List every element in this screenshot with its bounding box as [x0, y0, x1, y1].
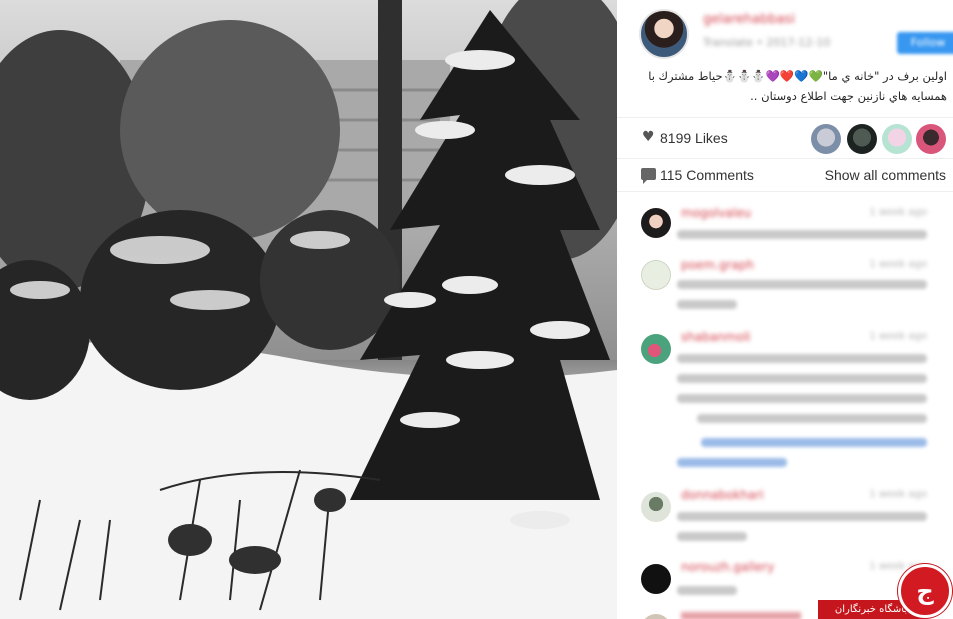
- caption-line: همسايه هاي نازنين جهت اطلاع دوستان ..: [750, 89, 947, 103]
- liker-avatar[interactable]: [811, 124, 841, 154]
- likes-count[interactable]: 8199 Likes: [660, 130, 728, 146]
- comment-text: [697, 414, 927, 423]
- show-all-comments-link[interactable]: Show all comments: [825, 167, 946, 183]
- comment-username[interactable]: mogolvaleu: [681, 206, 751, 220]
- snow-garden-image: [0, 0, 617, 619]
- comment-item: poem.graph 1 week ago: [617, 256, 953, 326]
- likes-row: ♥ 8199 Likes: [617, 118, 953, 159]
- comment-text: [677, 532, 747, 541]
- comment-text: [677, 394, 927, 403]
- post-subline: Translate • 2017-12-10: [703, 36, 831, 49]
- liker-avatar[interactable]: [916, 124, 946, 154]
- comment-username[interactable]: [681, 612, 801, 619]
- comments-count: 115 Comments: [660, 167, 754, 183]
- comment-text: [677, 280, 927, 289]
- comment-text: [677, 354, 927, 363]
- comments-row: 115 Comments Show all comments: [617, 159, 953, 192]
- comment-text: [677, 300, 737, 309]
- comment-avatar[interactable]: [641, 564, 671, 594]
- comment-username[interactable]: norouzh.gallery: [681, 560, 774, 574]
- comment-username[interactable]: donnabokhari: [681, 488, 764, 502]
- comment-mention[interactable]: [701, 438, 927, 447]
- follow-button[interactable]: Follow: [897, 32, 953, 54]
- comment-text: [677, 374, 927, 383]
- comment-time: 1 week ago: [869, 207, 927, 218]
- comment-username[interactable]: poem.graph: [681, 258, 754, 272]
- logo-letter: ج: [916, 577, 934, 605]
- comment-avatar[interactable]: [641, 614, 671, 619]
- post-details-panel: gelarehabbasi Translate • 2017-12-10 Fol…: [617, 0, 953, 619]
- comment-avatar[interactable]: [641, 492, 671, 522]
- post-header: gelarehabbasi Translate • 2017-12-10 Fol…: [617, 0, 953, 118]
- comment-avatar[interactable]: [641, 260, 671, 290]
- comment-time: 1 week ago: [869, 331, 927, 342]
- post-photo[interactable]: [0, 0, 617, 619]
- comment-icon: [641, 168, 656, 184]
- comment-item: donnabokhari 1 week ago: [617, 486, 953, 550]
- comment-avatar[interactable]: [641, 334, 671, 364]
- comment-mention[interactable]: [677, 458, 787, 467]
- watermark-logo: ج: [898, 564, 952, 618]
- post-caption: اولين برف در "خانه ي ما"💚💙❤️💜⛄⛄⛄حياط مشت…: [635, 66, 947, 106]
- comment-text: [677, 512, 927, 521]
- comment-username[interactable]: shabanmoli: [681, 330, 751, 344]
- comment-item: shabanmoli 1 week ago: [617, 328, 953, 478]
- comment-time: 1 week ago: [869, 259, 927, 270]
- comment-text: [677, 230, 927, 239]
- comment-item: mogolvaleu 1 week ago: [617, 204, 953, 254]
- comment-text: [677, 586, 737, 595]
- comment-time: 1 week ago: [869, 489, 927, 500]
- liker-avatar[interactable]: [882, 124, 912, 154]
- caption-line: اولين برف در "خانه ي ما"💚💙❤️💜⛄⛄⛄حياط مشت…: [648, 69, 947, 83]
- post-username[interactable]: gelarehabbasi: [703, 12, 795, 27]
- liker-avatar[interactable]: [847, 124, 877, 154]
- comment-avatar[interactable]: [641, 208, 671, 238]
- heart-icon[interactable]: ♥: [642, 130, 656, 144]
- avatar[interactable]: [639, 9, 689, 59]
